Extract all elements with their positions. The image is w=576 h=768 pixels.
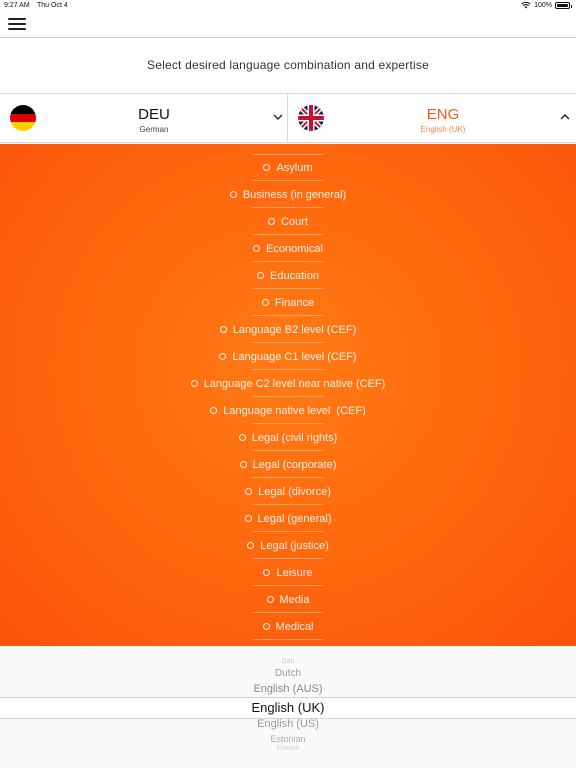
radio-icon[interactable] bbox=[263, 569, 271, 576]
radio-icon[interactable] bbox=[244, 515, 252, 522]
expertise-label: Court bbox=[281, 215, 308, 228]
expertise-label: Language B2 level (CEF) bbox=[232, 323, 357, 336]
german-flag-icon bbox=[10, 105, 36, 131]
expertise-item-economical[interactable]: Economical bbox=[0, 235, 576, 262]
expertise-item-education[interactable]: Education bbox=[0, 262, 576, 289]
status-bar: 9:27 AM Thu Oct 4 100% bbox=[0, 0, 576, 12]
target-language-code: ENG bbox=[426, 106, 460, 123]
status-date: Thu Oct 4 bbox=[37, 2, 68, 9]
radio-icon[interactable] bbox=[266, 596, 274, 603]
expertise-label: Language C2 level near native (CEF) bbox=[203, 377, 386, 390]
expertise-item-language-c1[interactable]: Language C1 level (CEF) bbox=[0, 343, 576, 370]
chevron-down-icon[interactable] bbox=[272, 112, 284, 122]
expertise-label: Media bbox=[279, 593, 310, 606]
status-time: 9:27 AM bbox=[4, 2, 30, 9]
expertise-panel: Asylum Business (in general) Court Econo… bbox=[0, 144, 576, 646]
expertise-label: Business (in general) bbox=[242, 188, 347, 201]
source-language-selector[interactable]: DEU German bbox=[0, 94, 288, 142]
expertise-label: Legal (civil rights) bbox=[251, 431, 338, 444]
expertise-item-language-b2[interactable]: Language B2 level (CEF) bbox=[0, 316, 576, 343]
expertise-item-leisure[interactable]: Leisure bbox=[0, 559, 576, 586]
expertise-label: Language native level (CEF) bbox=[223, 404, 366, 417]
expertise-item-legal-justice[interactable]: Legal (justice) bbox=[0, 532, 576, 559]
source-language-name: German bbox=[139, 125, 169, 134]
battery-icon bbox=[555, 1, 572, 9]
expertise-label: Finance bbox=[274, 296, 315, 309]
wifi-icon bbox=[521, 1, 531, 9]
expertise-label: Medical bbox=[275, 620, 314, 633]
expertise-label: Legal (divorce) bbox=[258, 485, 331, 498]
radio-icon[interactable] bbox=[229, 191, 237, 198]
picker-option[interactable]: Estonian bbox=[0, 734, 576, 744]
language-selector-row: DEU German ENG English (UK) bbox=[0, 93, 576, 143]
picker-option[interactable]: Finnish bbox=[0, 745, 576, 752]
radio-icon[interactable] bbox=[219, 326, 227, 333]
target-language-selector[interactable]: ENG English (UK) bbox=[288, 94, 575, 142]
expertise-item-legal-corporate[interactable]: Legal (corporate) bbox=[0, 451, 576, 478]
expertise-list: Asylum Business (in general) Court Econo… bbox=[0, 154, 576, 640]
expertise-item-medical[interactable]: Medical bbox=[0, 613, 576, 640]
battery-percent: 100% bbox=[534, 1, 552, 9]
expertise-label: Legal (general) bbox=[257, 512, 332, 525]
radio-icon[interactable] bbox=[253, 245, 261, 252]
nav-bar bbox=[0, 12, 576, 38]
instruction-text: Select desired language combination and … bbox=[147, 58, 429, 72]
radio-icon[interactable] bbox=[238, 434, 246, 441]
expertise-item-business[interactable]: Business (in general) bbox=[0, 181, 576, 208]
expertise-label: Economical bbox=[266, 242, 323, 255]
radio-icon[interactable] bbox=[190, 380, 198, 387]
expertise-item-court[interactable]: Court bbox=[0, 208, 576, 235]
radio-icon[interactable] bbox=[268, 218, 276, 225]
picker-option-selected[interactable]: English (UK) bbox=[0, 700, 576, 715]
picker-option[interactable]: Dari bbox=[0, 658, 576, 665]
expertise-item-language-c2[interactable]: Language C2 level near native (CEF) bbox=[0, 370, 576, 397]
source-language-code: DEU bbox=[138, 106, 170, 123]
uk-flag-icon bbox=[298, 105, 324, 131]
picker-option[interactable]: Dutch bbox=[0, 668, 576, 679]
radio-icon[interactable] bbox=[257, 272, 265, 279]
expertise-label: Leisure bbox=[276, 566, 313, 579]
expertise-item-language-native[interactable]: Language native level (CEF) bbox=[0, 397, 576, 424]
radio-icon[interactable] bbox=[262, 623, 270, 630]
expertise-label: Language C1 level (CEF) bbox=[232, 350, 357, 363]
chevron-up-icon[interactable] bbox=[559, 112, 571, 122]
expertise-item-legal-divorce[interactable]: Legal (divorce) bbox=[0, 478, 576, 505]
status-right: 100% bbox=[521, 1, 572, 9]
expertise-item-finance[interactable]: Finance bbox=[0, 289, 576, 316]
expertise-label: Asylum bbox=[276, 161, 313, 174]
expertise-item-legal-general[interactable]: Legal (general) bbox=[0, 505, 576, 532]
expertise-label: Legal (corporate) bbox=[252, 458, 337, 471]
language-picker[interactable]: Dari Dutch English (AUS) English (UK) En… bbox=[0, 646, 576, 768]
picker-option[interactable]: English (US) bbox=[0, 718, 576, 730]
expertise-label: Education bbox=[270, 269, 319, 282]
radio-icon[interactable] bbox=[239, 461, 247, 468]
radio-icon[interactable] bbox=[219, 353, 227, 360]
expertise-item-asylum[interactable]: Asylum bbox=[0, 154, 576, 181]
expertise-item-legal-civil[interactable]: Legal (civil rights) bbox=[0, 424, 576, 451]
hamburger-menu-icon[interactable] bbox=[8, 18, 26, 30]
expertise-label: Legal (justice) bbox=[260, 539, 329, 552]
expertise-item-media[interactable]: Media bbox=[0, 586, 576, 613]
radio-icon[interactable] bbox=[247, 542, 255, 549]
picker-option[interactable]: English (AUS) bbox=[0, 683, 576, 695]
radio-icon[interactable] bbox=[261, 299, 269, 306]
radio-icon[interactable] bbox=[263, 164, 271, 171]
radio-icon[interactable] bbox=[210, 407, 218, 414]
radio-icon[interactable] bbox=[245, 488, 253, 495]
target-language-name: English (UK) bbox=[420, 125, 466, 134]
